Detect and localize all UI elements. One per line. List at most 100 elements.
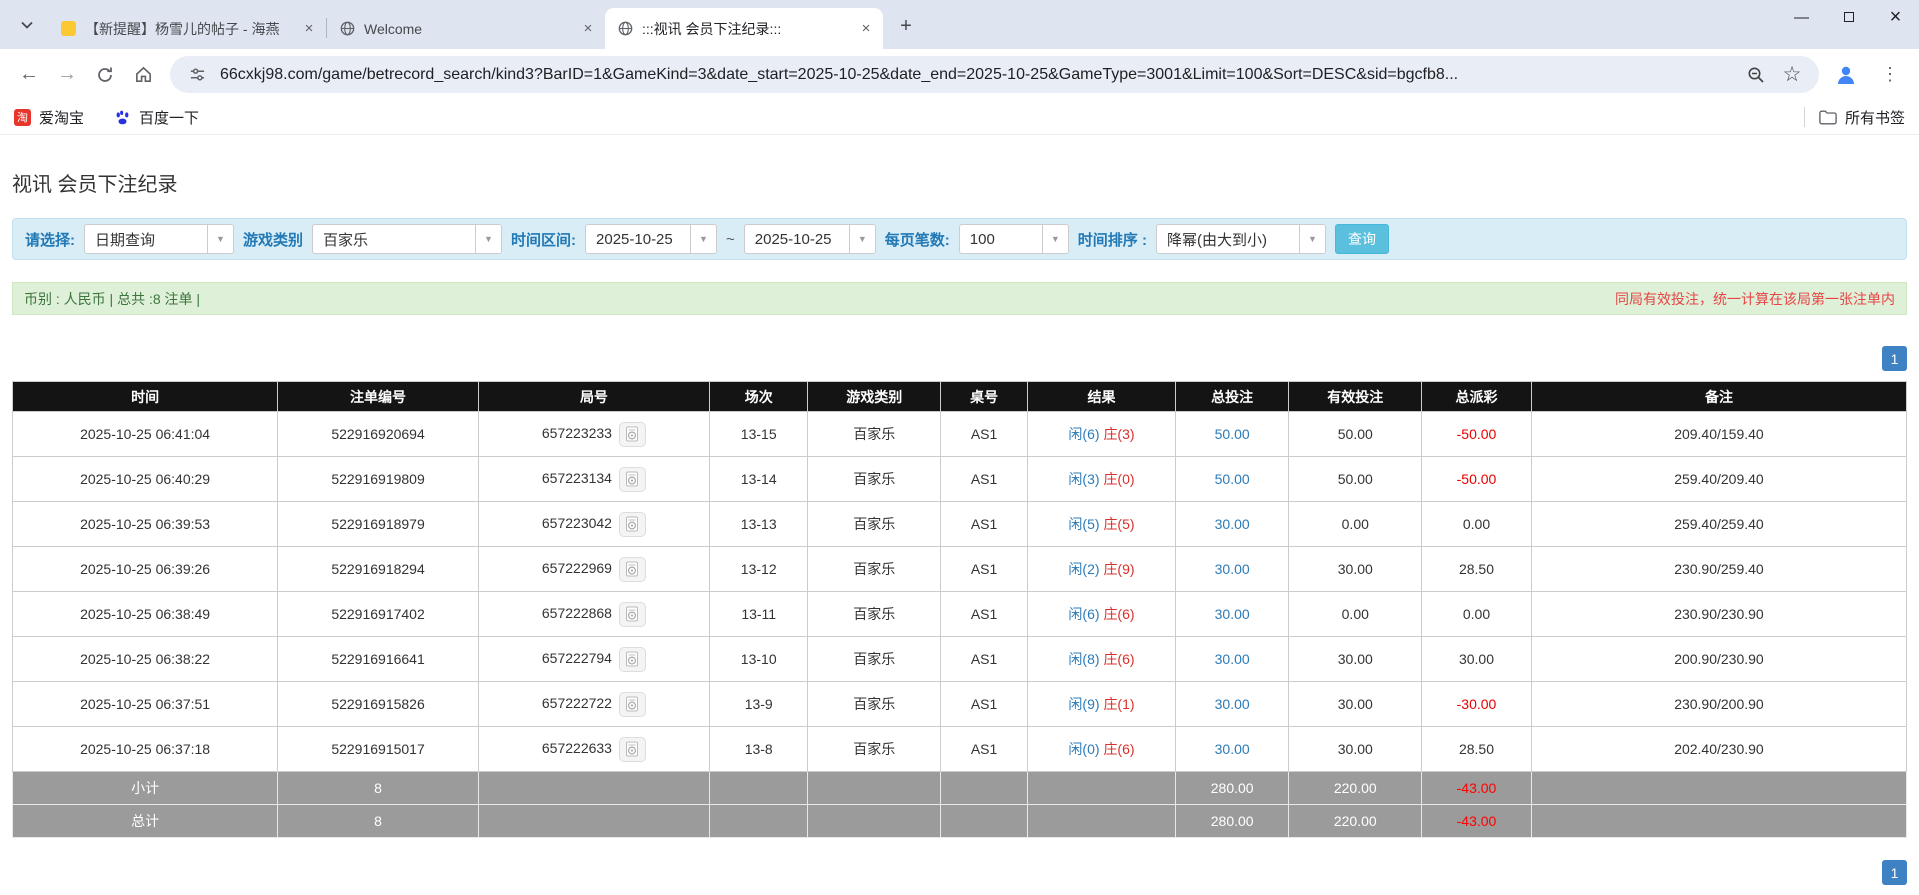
- home-button[interactable]: [124, 56, 162, 94]
- cell-round-id: 657222794: [478, 637, 709, 682]
- bookmark-baidu[interactable]: 百度一下: [114, 107, 199, 128]
- cell-round-id: 657222969: [478, 547, 709, 592]
- bookmark-star-icon[interactable]: ☆: [1779, 62, 1805, 88]
- cell-total-bet: 30.00: [1175, 727, 1289, 772]
- total-bet-link[interactable]: 30.00: [1215, 696, 1250, 712]
- cell-bet-id: 522916916641: [278, 637, 479, 682]
- pagination-bottom: 1: [12, 860, 1907, 885]
- chevron-down-icon: ▼: [207, 225, 233, 253]
- total-bet-link[interactable]: 50.00: [1215, 471, 1250, 487]
- tab-bet-records-active[interactable]: :::视讯 会员下注纪录::: ×: [605, 8, 883, 49]
- cell-payout: 28.50: [1422, 547, 1532, 592]
- round-number: 657222722: [542, 695, 612, 711]
- col-table-no: 桌号: [941, 382, 1028, 412]
- sort-select[interactable]: 降幂(由大到小) ▼: [1156, 224, 1326, 254]
- video-replay-icon[interactable]: [619, 467, 646, 492]
- tab-close-icon[interactable]: ×: [300, 20, 318, 38]
- all-bookmarks-button[interactable]: 所有书签: [1819, 107, 1905, 128]
- col-session: 场次: [709, 382, 807, 412]
- new-tab-button[interactable]: +: [891, 11, 921, 41]
- query-type-select[interactable]: 日期查询 ▼: [84, 224, 234, 254]
- video-replay-icon[interactable]: [619, 422, 646, 447]
- date-start-select[interactable]: 2025-10-25 ▼: [585, 224, 717, 254]
- cell-game-type: 百家乐: [808, 592, 941, 637]
- table-row: 2025-10-25 06:38:49522916917402657222868…: [13, 592, 1907, 637]
- col-payout: 总派彩: [1422, 382, 1532, 412]
- search-button[interactable]: 查询: [1335, 224, 1389, 254]
- cell-valid-bet: 30.00: [1289, 727, 1422, 772]
- cell-time: 2025-10-25 06:40:29: [13, 457, 278, 502]
- total-bet-link[interactable]: 50.00: [1215, 426, 1250, 442]
- cell-total-bet: 50.00: [1175, 412, 1289, 457]
- cell-round-id: 657223233: [478, 412, 709, 457]
- video-replay-icon[interactable]: [619, 647, 646, 672]
- cell-remark: 200.90/230.90: [1531, 637, 1906, 682]
- forward-button[interactable]: →: [48, 56, 86, 94]
- total-bet-link[interactable]: 30.00: [1215, 651, 1250, 667]
- cell-table-no: AS1: [941, 412, 1028, 457]
- cell-bet-id: 522916919809: [278, 457, 479, 502]
- video-replay-icon[interactable]: [619, 557, 646, 582]
- col-total-bet: 总投注: [1175, 382, 1289, 412]
- table-row: 2025-10-25 06:40:29522916919809 657223134…: [13, 457, 1907, 502]
- zoom-icon[interactable]: [1743, 62, 1769, 88]
- game-type-label: 游戏类别: [243, 229, 303, 250]
- video-replay-icon[interactable]: [619, 512, 646, 537]
- date-end-select[interactable]: 2025-10-25 ▼: [744, 224, 876, 254]
- cell-round-id: 657222868: [478, 592, 709, 637]
- result-banker: 庄(6): [1103, 606, 1134, 622]
- site-info-icon[interactable]: [184, 62, 210, 88]
- game-type-select[interactable]: 百家乐 ▼: [312, 224, 502, 254]
- tab-close-icon[interactable]: ×: [579, 20, 597, 38]
- cell-time: 2025-10-25 06:38:22: [13, 637, 278, 682]
- video-replay-icon[interactable]: [619, 602, 646, 627]
- cell-session: 13-15: [709, 412, 807, 457]
- address-bar[interactable]: 66cxkj98.com/game/betrecord_search/kind3…: [170, 56, 1819, 93]
- total-label: 总计: [13, 805, 278, 838]
- page-1-button[interactable]: 1: [1882, 860, 1907, 885]
- menu-dots-icon[interactable]: ⋮: [1871, 56, 1909, 94]
- window-close-button[interactable]: ×: [1872, 0, 1919, 34]
- cell-remark: 259.40/259.40: [1531, 502, 1906, 547]
- tab-welcome[interactable]: Welcome ×: [327, 8, 605, 49]
- cell-game-type: 百家乐: [808, 502, 941, 547]
- per-page-select[interactable]: 100 ▼: [959, 224, 1069, 254]
- table-row: 2025-10-25 06:41:04522916920694657223233…: [13, 412, 1907, 457]
- cell-round-id: 657223134: [478, 457, 709, 502]
- tab-search-chevron-icon[interactable]: [12, 10, 42, 40]
- col-result: 结果: [1028, 382, 1176, 412]
- total-bet-link[interactable]: 30.00: [1215, 606, 1250, 622]
- total-bet-link[interactable]: 30.00: [1215, 741, 1250, 757]
- bookmark-taobao[interactable]: 淘 爱淘宝: [14, 107, 84, 128]
- reload-button[interactable]: [86, 56, 124, 94]
- round-number: 657223134: [542, 470, 612, 486]
- table-row: 2025-10-25 06:37:18522916915017657222633…: [13, 727, 1907, 772]
- cell-result: 闲(2) 庄(9): [1028, 547, 1176, 592]
- page-content: 视讯 会员下注纪录 请选择: 日期查询 ▼ 游戏类别 百家乐 ▼ 时间区间: 2…: [0, 168, 1919, 885]
- cell-session: 13-12: [709, 547, 807, 592]
- cell-total-bet: 30.00: [1175, 502, 1289, 547]
- tab-close-icon[interactable]: ×: [857, 20, 875, 38]
- total-bet-link[interactable]: 30.00: [1215, 516, 1250, 532]
- result-banker: 庄(0): [1103, 471, 1134, 487]
- tab-title: 【新提醒】杨雪儿的帖子 - 海燕: [85, 19, 291, 39]
- tab-favicon-globe-icon: [617, 21, 633, 37]
- cell-result: 闲(9) 庄(1): [1028, 682, 1176, 727]
- video-replay-icon[interactable]: [619, 692, 646, 717]
- col-game-type: 游戏类别: [808, 382, 941, 412]
- total-bet-link[interactable]: 30.00: [1215, 561, 1250, 577]
- cell-bet-id: 522916920694: [278, 412, 479, 457]
- cell-session: 13-14: [709, 457, 807, 502]
- video-replay-icon[interactable]: [619, 737, 646, 762]
- window-maximize-button[interactable]: [1825, 0, 1872, 34]
- url-text[interactable]: 66cxkj98.com/game/betrecord_search/kind3…: [220, 66, 1733, 84]
- total-count: 8: [278, 805, 479, 838]
- profile-avatar-icon[interactable]: [1827, 56, 1865, 94]
- page-1-button[interactable]: 1: [1882, 346, 1907, 371]
- window-minimize-button[interactable]: —: [1778, 0, 1825, 34]
- same-round-note: 同局有效投注，统一计算在该局第一张注单内: [1615, 289, 1895, 309]
- tab-forum[interactable]: 【新提醒】杨雪儿的帖子 - 海燕 ×: [48, 8, 326, 49]
- back-button[interactable]: ←: [10, 56, 48, 94]
- chevron-down-icon: ▼: [1299, 225, 1325, 253]
- table-row: 2025-10-25 06:37:51522916915826657222722…: [13, 682, 1907, 727]
